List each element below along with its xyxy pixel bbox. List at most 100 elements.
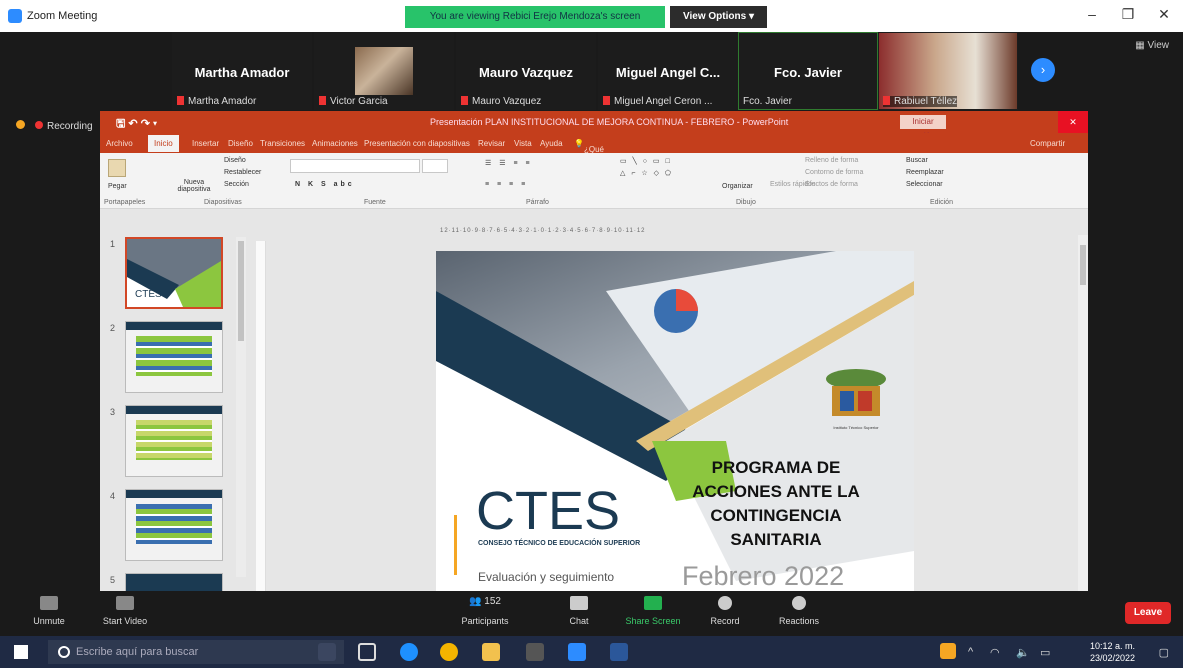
scrollbar-thumb[interactable]: [1080, 245, 1086, 285]
tab-revisar[interactable]: Revisar: [478, 139, 505, 148]
share-screen-icon: [644, 596, 662, 610]
thumb-header: [126, 322, 222, 330]
start-video-button[interactable]: Start Video: [90, 596, 160, 626]
microphone-icon[interactable]: [318, 643, 336, 661]
tray-chevron-icon[interactable]: ^: [968, 646, 973, 658]
section-button[interactable]: Sección: [224, 181, 249, 188]
tab-insertar[interactable]: Insertar: [192, 139, 219, 148]
keyboard-icon[interactable]: ▭: [1040, 646, 1050, 659]
view-button[interactable]: ▦ View: [1135, 40, 1169, 51]
clock-time: 10:12 a. m.: [1089, 641, 1135, 651]
tab-presentacion[interactable]: Presentación con diapositivas: [364, 139, 470, 148]
next-page-icon[interactable]: ›: [1031, 58, 1055, 82]
mic-muted-icon: [883, 96, 890, 105]
taskbar-search-box[interactable]: Escribe aquí para buscar: [48, 640, 344, 664]
shape-fill-button[interactable]: Relleno de forma: [805, 157, 858, 164]
thumbnail-scrollbar[interactable]: [236, 237, 246, 577]
align-icons[interactable]: ≡ ≡ ≡ ≡: [485, 181, 528, 188]
close-icon[interactable]: ✕: [1154, 6, 1174, 23]
shapes-gallery-row[interactable]: △ ⌐ ☆ ◇ ⬠: [620, 169, 673, 177]
font-size-box[interactable]: [422, 159, 448, 173]
notification-app-icon[interactable]: [940, 643, 956, 659]
font-format-icons[interactable]: N K S abc: [295, 181, 355, 188]
word-icon[interactable]: [610, 643, 628, 661]
participant-name-large: Mauro Vazquez: [479, 65, 573, 80]
tab-vista[interactable]: Vista: [514, 139, 532, 148]
windows-start-icon[interactable]: [14, 645, 28, 659]
scrollbar-thumb[interactable]: [238, 241, 244, 341]
ctes-logo-text: CTES: [476, 481, 620, 541]
find-button[interactable]: Buscar: [906, 157, 928, 164]
start-video-label: Start Video: [102, 616, 148, 626]
paste-icon[interactable]: [108, 159, 126, 177]
replace-button[interactable]: Reemplazar: [906, 169, 944, 176]
edge-icon[interactable]: [400, 643, 418, 661]
action-center-icon[interactable]: ▢: [1159, 646, 1169, 659]
slide-number: 3: [110, 407, 116, 417]
font-name-box[interactable]: [290, 159, 420, 173]
horizontal-ruler: 12·11·10·9·8·7·6·5·4·3·2·1·0·1·2·3·4·5·6…: [440, 228, 646, 234]
tab-diseno[interactable]: Diseño: [228, 139, 253, 148]
reactions-button[interactable]: Reactions: [764, 596, 834, 626]
slide-thumbnail[interactable]: [125, 573, 223, 591]
participant-tile[interactable]: Martha Amador Martha Amador: [172, 32, 312, 110]
slide-thumbnail[interactable]: [125, 489, 223, 561]
slide-number: 5: [110, 575, 116, 585]
participant-name: Mauro Vazquez: [472, 96, 542, 107]
tab-inicio[interactable]: Inicio: [148, 135, 179, 152]
reset-button[interactable]: Restablecer: [224, 169, 261, 176]
save-icon[interactable]: 🖫 ↶ ↷ ▾: [116, 115, 157, 134]
current-slide[interactable]: Instituto Técnico Superior PROGRAMA DE A…: [436, 251, 914, 591]
participant-tile[interactable]: Fco. Javier Fco. Javier: [738, 32, 878, 110]
unmute-button[interactable]: Unmute: [14, 596, 84, 626]
volume-icon[interactable]: 🔈: [1016, 646, 1030, 659]
tab-archivo[interactable]: Archivo: [106, 139, 133, 148]
chat-button[interactable]: Chat: [544, 596, 614, 626]
leave-button[interactable]: Leave: [1125, 602, 1171, 624]
paste-button[interactable]: Pegar: [108, 183, 127, 190]
slide-thumbnail[interactable]: [125, 405, 223, 477]
participant-tile[interactable]: Rabiuel Téllez: [878, 32, 1018, 110]
shape-effects-button[interactable]: Efectos de forma: [805, 181, 858, 188]
ribbon: Pegar Nueva diapositiva Diseño Restablec…: [100, 153, 1088, 209]
slide-scrollbar[interactable]: [1078, 235, 1088, 591]
tab-animaciones[interactable]: Animaciones: [312, 139, 358, 148]
new-slide-button[interactable]: Nueva diapositiva: [176, 179, 212, 193]
zoom-titlebar: Zoom Meeting You are viewing Rebici Erej…: [0, 0, 1183, 32]
share-screen-button[interactable]: Share Screen: [618, 596, 688, 626]
tab-transiciones[interactable]: Transiciones: [260, 139, 305, 148]
participant-name: Victor Garcia: [330, 96, 388, 107]
record-button[interactable]: Record: [690, 596, 760, 626]
paragraph-icons[interactable]: ☰ ☰ ≡ ≡: [485, 159, 533, 167]
participant-tile[interactable]: Victor Garcia: [314, 32, 454, 110]
group-label: Párrafo: [526, 199, 549, 206]
slide-thumbnail[interactable]: [125, 321, 223, 393]
close-icon[interactable]: ✕: [1058, 111, 1088, 133]
participants-button[interactable]: 👥 152 Participants: [450, 596, 520, 626]
zoom-taskbar-icon[interactable]: [568, 643, 586, 661]
minimize-icon[interactable]: –: [1082, 6, 1102, 22]
view-options-button[interactable]: View Options ▾: [670, 6, 767, 28]
network-icon[interactable]: ◠: [990, 646, 1000, 659]
chrome-icon[interactable]: [440, 643, 458, 661]
view-label: View: [1147, 40, 1170, 51]
shape-outline-button[interactable]: Contorno de forma: [805, 169, 863, 176]
taskbar-clock[interactable]: 10:12 a. m. 23/02/2022: [1090, 640, 1135, 664]
task-view-icon[interactable]: [358, 643, 376, 661]
participants-icon: 👥 152: [469, 596, 501, 607]
recording-dot-icon: [35, 121, 43, 129]
participant-tile[interactable]: Mauro Vazquez Mauro Vazquez: [456, 32, 596, 110]
layout-button[interactable]: Diseño: [224, 157, 246, 164]
file-explorer-icon[interactable]: [482, 643, 500, 661]
slide-thumbnail[interactable]: CTES: [125, 237, 223, 309]
participant-tile[interactable]: Miguel Angel C... Miguel Angel Ceron ...: [598, 32, 738, 110]
arrange-button[interactable]: Organizar: [722, 183, 753, 190]
terminal-icon[interactable]: [526, 643, 544, 661]
share-button[interactable]: Compartir: [1030, 139, 1065, 148]
sign-in-button[interactable]: Iniciar sesión: [900, 115, 946, 140]
shapes-gallery[interactable]: ▭ ╲ ○ ▭ □: [620, 157, 672, 165]
select-button[interactable]: Seleccionar: [906, 181, 943, 188]
tab-ayuda[interactable]: Ayuda: [540, 139, 563, 148]
tell-me-box[interactable]: 💡 ¿Qué desea hacer?: [574, 139, 608, 172]
maximize-icon[interactable]: ❐: [1118, 6, 1138, 23]
